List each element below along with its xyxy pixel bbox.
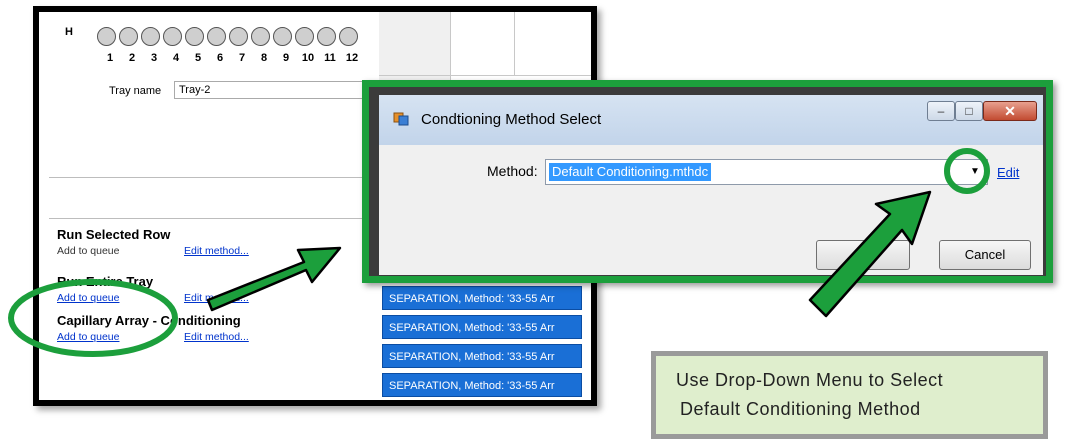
instruction-callout: Use Drop-Down Menu to Select Default Con… bbox=[651, 351, 1048, 439]
callout-line-2: Default Conditioning Method bbox=[680, 399, 921, 419]
arrow-to-dropdown bbox=[808, 190, 932, 318]
highlight-circle-dropdown bbox=[944, 148, 990, 194]
callout-line-1: Use Drop-Down Menu to Select bbox=[676, 370, 944, 390]
arrow-to-dialog bbox=[206, 246, 342, 312]
highlight-circle-capillary bbox=[8, 279, 178, 357]
